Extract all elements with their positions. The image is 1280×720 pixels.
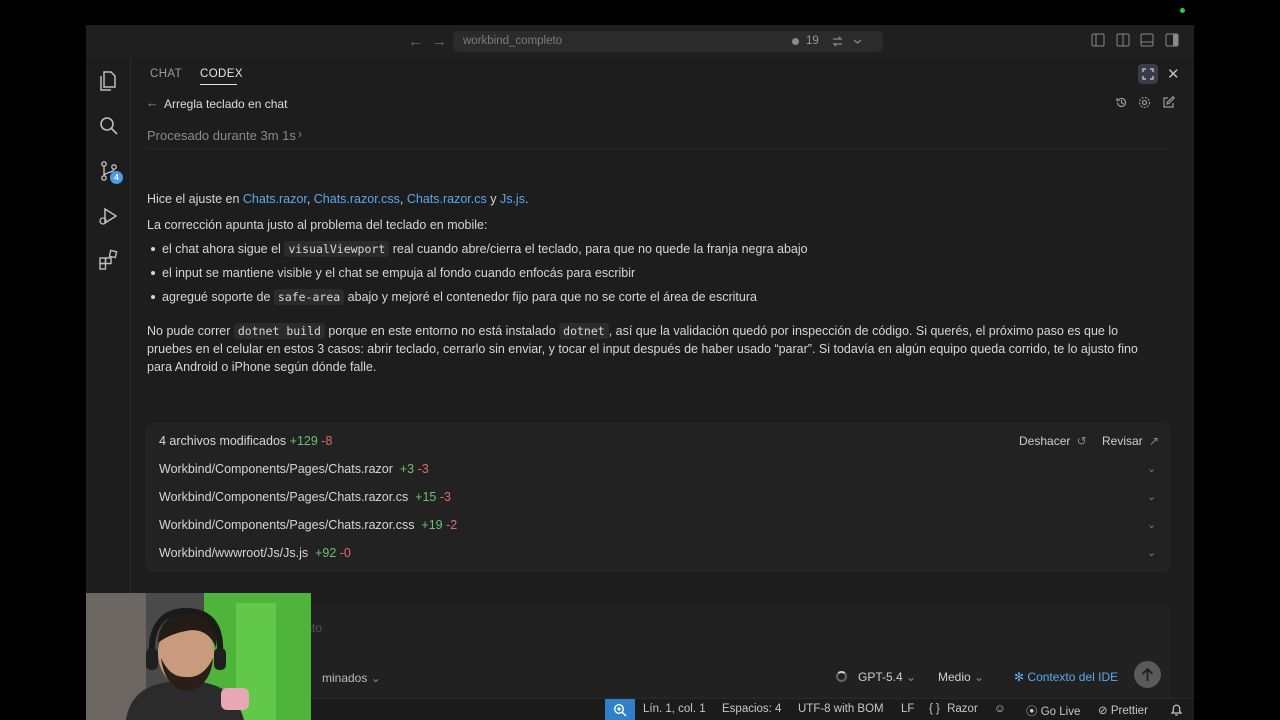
message-paragraph-line: No pude correr dotnet build porque en es… xyxy=(147,323,1119,339)
active-tab-indicator xyxy=(200,84,237,85)
zoom-in-icon xyxy=(613,703,627,717)
arrow-up-icon xyxy=(1141,667,1154,681)
file-path: Workbind/wwwroot/Js/Js.js xyxy=(159,546,309,560)
undo-button[interactable]: Deshacer ↺ xyxy=(1019,434,1087,448)
chevron-down-icon[interactable] xyxy=(853,38,862,45)
bell-icon[interactable] xyxy=(1170,703,1183,717)
file-path: Workbind/Components/Pages/Chats.razor.cs xyxy=(159,490,409,504)
extensions-icon[interactable] xyxy=(97,248,121,272)
message-paragraph-line: para Android o iPhone según dónde falle. xyxy=(147,360,377,374)
bullet-item: el chat ahora sigue el visualViewport re… xyxy=(162,241,808,257)
toggle-secondary-sidebar-icon[interactable] xyxy=(1165,33,1179,47)
divider xyxy=(147,149,1169,150)
toggle-panel-icon[interactable] xyxy=(1140,33,1154,47)
search-icon[interactable] xyxy=(97,114,121,138)
bullet-dot xyxy=(151,295,155,299)
thread-title: Arregla teclado en chat xyxy=(164,97,288,111)
new-thread-icon[interactable] xyxy=(1162,96,1175,109)
chevron-down-icon: ⌄ xyxy=(906,670,917,684)
status-indicator-dot xyxy=(1180,8,1185,13)
effort-selector[interactable]: Medio ⌄ xyxy=(938,670,984,684)
history-icon[interactable] xyxy=(1115,96,1128,109)
permissions-dropdown[interactable]: minados ⌄ xyxy=(322,671,381,685)
model-selector[interactable]: GPT-5.4 ⌄ xyxy=(858,670,916,684)
changes-summary: 4 archivos modificados +129 -8 xyxy=(159,434,333,448)
close-icon[interactable]: ✕ xyxy=(1167,65,1180,83)
inline-code: dotnet xyxy=(559,323,609,339)
file-link[interactable]: Js.js xyxy=(500,192,525,206)
file-link[interactable]: Chats.razor xyxy=(243,192,307,206)
prettier-button[interactable]: ⊘ Prettier xyxy=(1098,703,1148,717)
double-check-icon: ⊘ xyxy=(1098,705,1108,717)
review-button[interactable]: Revisar ↗ xyxy=(1102,434,1159,448)
changed-files-card: 4 archivos modificados +129 -8 Deshacer … xyxy=(146,423,1170,572)
webcam-person-image xyxy=(86,593,311,720)
settings-icon[interactable] xyxy=(1138,96,1151,109)
scm-badge: 4 xyxy=(110,171,123,184)
back-arrow-icon[interactable]: ← xyxy=(146,95,159,110)
back-nav-icon[interactable]: ← xyxy=(408,33,423,50)
broadcast-icon: ⦿ xyxy=(1026,706,1038,718)
maximize-button[interactable] xyxy=(1138,64,1158,84)
notification-dot-icon xyxy=(792,38,799,45)
message-summary: La corrección apunta justo al problema d… xyxy=(147,218,488,232)
files-icon[interactable] xyxy=(97,69,121,93)
chevron-down-icon: ⌄ xyxy=(370,671,381,685)
run-debug-icon[interactable] xyxy=(97,204,121,228)
copilot-icon[interactable]: ☺ xyxy=(994,703,1006,715)
send-button[interactable] xyxy=(1134,661,1161,688)
chevron-down-icon[interactable]: ⌄ xyxy=(1147,490,1156,503)
go-live-button[interactable]: ⦿ Go Live xyxy=(1026,703,1080,719)
title-bar: ← → workbind_completo 19 xyxy=(86,25,1194,57)
chevron-down-icon: ⌄ xyxy=(974,670,985,684)
file-link[interactable]: Chats.razor.css xyxy=(314,192,400,206)
inline-code: visualViewport xyxy=(284,241,390,257)
changed-file-row[interactable]: Workbind/Components/Pages/Chats.razor.cs… xyxy=(147,511,1171,539)
inline-code: dotnet build xyxy=(233,323,325,339)
lines-removed: -8 xyxy=(321,434,333,448)
lines-added: +129 xyxy=(289,434,318,448)
notification-count: 19 xyxy=(806,35,819,47)
bullet-dot xyxy=(151,271,155,275)
bullet-item: agregué soporte de safe-area abajo y mej… xyxy=(162,289,757,305)
chevron-down-icon[interactable]: ⌄ xyxy=(1147,546,1156,559)
undo-icon: ↺ xyxy=(1076,434,1087,448)
changed-file-row[interactable]: Workbind/Components/Pages/Chats.razor +3… xyxy=(147,455,1171,483)
end-of-line[interactable]: LF xyxy=(901,703,914,715)
maximize-icon xyxy=(1142,68,1154,80)
workspace-search-label: workbind_completo xyxy=(463,35,563,47)
message-intro: Hice el ajuste en Chats.razor, Chats.raz… xyxy=(147,192,529,206)
inline-code: safe-area xyxy=(273,289,345,305)
zoom-button[interactable] xyxy=(605,699,635,720)
file-link[interactable]: Chats.razor.cs xyxy=(407,192,487,206)
chevron-right-icon[interactable]: › xyxy=(298,127,302,141)
message-paragraph-line: pruebes en el celular en estos 3 casos: … xyxy=(147,342,1138,356)
cursor-position[interactable]: Lín. 1, col. 1 xyxy=(643,703,706,715)
braces-icon: { } xyxy=(929,703,940,715)
file-path: Workbind/Components/Pages/Chats.razor xyxy=(159,462,393,476)
ide-context-toggle[interactable]: ✻ Contexto del IDE xyxy=(1014,670,1118,684)
layout-split-icon[interactable] xyxy=(1116,33,1130,47)
bullet-dot xyxy=(151,247,155,251)
indentation[interactable]: Espacios: 4 xyxy=(722,703,781,715)
webcam-overlay xyxy=(86,593,311,720)
file-path: Workbind/Components/Pages/Chats.razor.cs… xyxy=(159,518,415,532)
chevron-down-icon[interactable]: ⌄ xyxy=(1147,462,1156,475)
sparkle-icon: ✻ xyxy=(1014,670,1025,684)
processed-duration[interactable]: Procesado durante 3m 1s xyxy=(147,128,296,143)
changed-file-row[interactable]: Workbind/Components/Pages/Chats.razor.cs… xyxy=(147,483,1171,511)
toggle-primary-sidebar-icon[interactable] xyxy=(1091,33,1105,47)
language-mode[interactable]: { } Razor xyxy=(929,703,978,715)
command-center[interactable]: workbind_completo 19 xyxy=(453,31,883,52)
encoding[interactable]: UTF-8 with BOM xyxy=(798,703,884,715)
sync-icon[interactable] xyxy=(830,35,845,48)
external-link-icon: ↗ xyxy=(1149,434,1160,448)
forward-nav-icon[interactable]: → xyxy=(432,33,447,50)
bullet-item: el input se mantiene visible y el chat s… xyxy=(162,266,636,280)
tab-chat[interactable]: CHAT xyxy=(150,68,182,80)
tab-codex[interactable]: CODEX xyxy=(200,68,243,80)
chevron-down-icon[interactable]: ⌄ xyxy=(1147,518,1156,531)
loading-spinner-icon xyxy=(836,671,847,682)
changed-file-row[interactable]: Workbind/wwwroot/Js/Js.js +92 -0 ⌄ xyxy=(147,539,1171,567)
